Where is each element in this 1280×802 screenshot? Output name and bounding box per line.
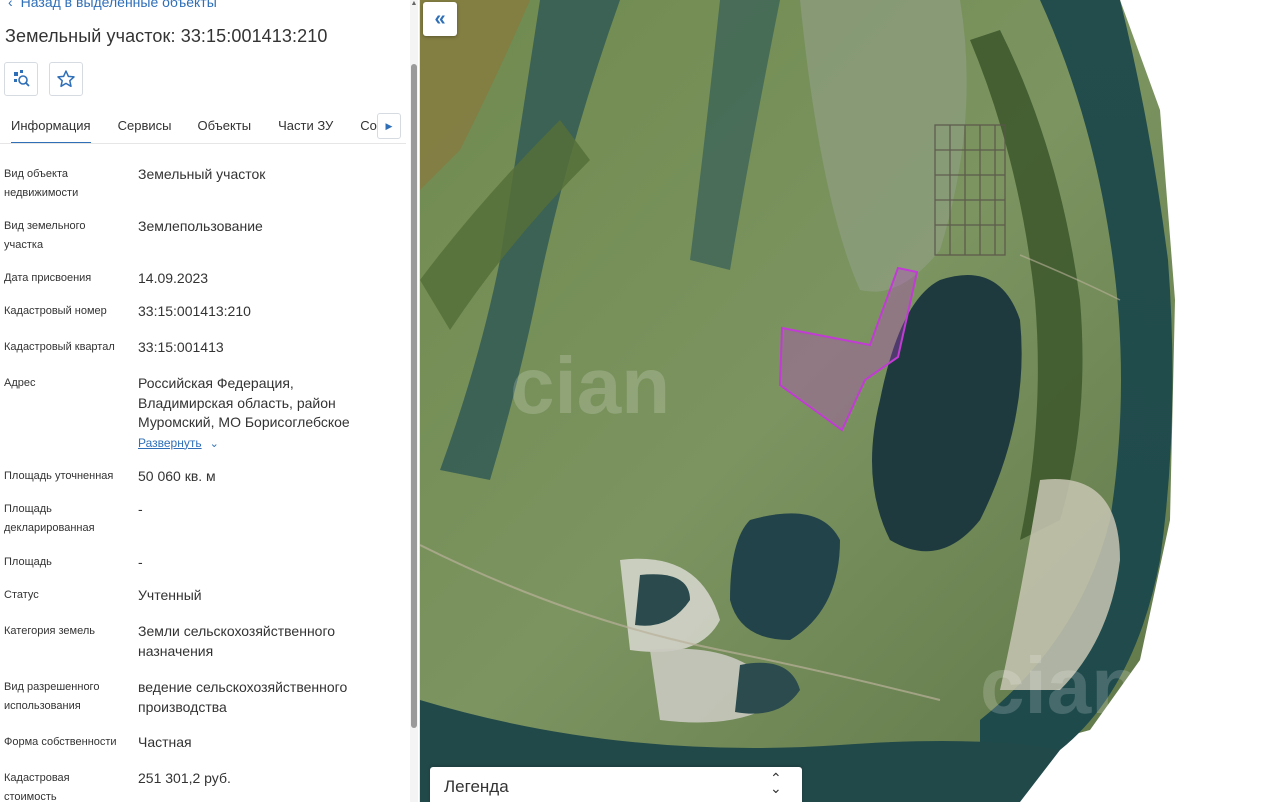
property-label: Адрес bbox=[4, 377, 36, 389]
property-value: Земли сельскохозяйственного назначения bbox=[138, 623, 336, 659]
address-value-block: Российская Федерация, Владимирская облас… bbox=[138, 374, 400, 454]
back-link-label: Назад в выделенные объекты bbox=[20, 0, 217, 10]
tabs-scroll-right-button[interactable]: ▶ bbox=[377, 113, 401, 139]
chevron-left-icon: ‹ bbox=[8, 0, 13, 10]
double-chevron-left-icon: « bbox=[434, 7, 446, 30]
info-panel: ‹ Назад в выделенные объекты Земельный у… bbox=[0, 0, 420, 802]
page-title: Земельный участок: 33:15:001413:210 bbox=[5, 26, 328, 46]
sort-arrows-icon[interactable]: ⌃ ⌄ bbox=[770, 771, 782, 795]
property-value: - bbox=[138, 554, 143, 570]
property-value: Учтенный bbox=[138, 587, 202, 603]
property-label: Кадастровый квартал bbox=[4, 341, 115, 353]
property-value: ведение сельскохозяйственного производст… bbox=[138, 679, 348, 715]
tab-bar: Информация Сервисы Объекты Части ЗУ Сост… bbox=[0, 110, 406, 144]
panel-scrollbar[interactable]: ▲ bbox=[410, 0, 418, 802]
expand-address-link[interactable]: Развернуть bbox=[138, 434, 202, 454]
property-label: Площадь bbox=[4, 556, 52, 568]
property-value: 33:15:001413 bbox=[138, 339, 224, 355]
property-label: Дата присвоения bbox=[4, 272, 92, 284]
property-value: 14.09.2023 bbox=[138, 270, 209, 286]
scrollbar-thumb[interactable] bbox=[411, 64, 417, 728]
parcel-boundary[interactable] bbox=[420, 0, 1280, 802]
property-label: Статус bbox=[4, 589, 39, 601]
property-label: Категория земель bbox=[4, 625, 95, 637]
property-label: Форма собственности bbox=[4, 736, 117, 748]
star-icon bbox=[57, 70, 75, 88]
property-label: Вид земельного участка bbox=[4, 220, 86, 251]
favorite-button[interactable] bbox=[49, 62, 83, 96]
property-label: Вид разрешенного использования bbox=[4, 681, 100, 712]
collapse-panel-button[interactable]: « bbox=[423, 2, 457, 36]
back-link[interactable]: ‹ Назад в выделенные объекты bbox=[8, 0, 217, 10]
property-value: Российская Федерация, Владимирская облас… bbox=[138, 375, 350, 430]
satellite-map[interactable]: cian cian bbox=[420, 0, 1280, 802]
property-label: Площадь уточненная bbox=[4, 470, 114, 482]
tab-objects[interactable]: Объекты bbox=[197, 110, 251, 143]
property-label: Площадь декларированная bbox=[4, 503, 95, 534]
locate-on-map-button[interactable] bbox=[4, 62, 38, 96]
property-value: 251 301,2 руб. bbox=[138, 770, 231, 786]
tab-services[interactable]: Сервисы bbox=[118, 110, 172, 143]
tab-parts[interactable]: Части ЗУ bbox=[278, 110, 333, 143]
triangle-right-icon: ▶ bbox=[385, 120, 393, 131]
property-value: Землепользование bbox=[138, 218, 263, 234]
property-label: Вид объекта недвижимости bbox=[4, 168, 79, 199]
tab-information[interactable]: Информация bbox=[11, 110, 91, 143]
property-label: Кадастровая стоимость bbox=[4, 772, 70, 802]
legend-dropdown[interactable]: Легенда ⌃ ⌄ bbox=[430, 767, 802, 802]
scroll-up-arrow-icon[interactable]: ▲ bbox=[410, 0, 418, 8]
property-label: Кадастровый номер bbox=[4, 305, 107, 317]
locate-on-map-icon bbox=[14, 70, 30, 87]
property-value: Земельный участок bbox=[138, 166, 266, 182]
property-value: Частная bbox=[138, 734, 192, 750]
chevron-down-icon[interactable]: ⌄ bbox=[210, 438, 219, 450]
property-value: 33:15:001413:210 bbox=[138, 303, 251, 319]
property-value: - bbox=[138, 501, 143, 517]
property-value: 50 060 кв. м bbox=[138, 468, 216, 484]
legend-label: Легенда bbox=[444, 777, 509, 796]
